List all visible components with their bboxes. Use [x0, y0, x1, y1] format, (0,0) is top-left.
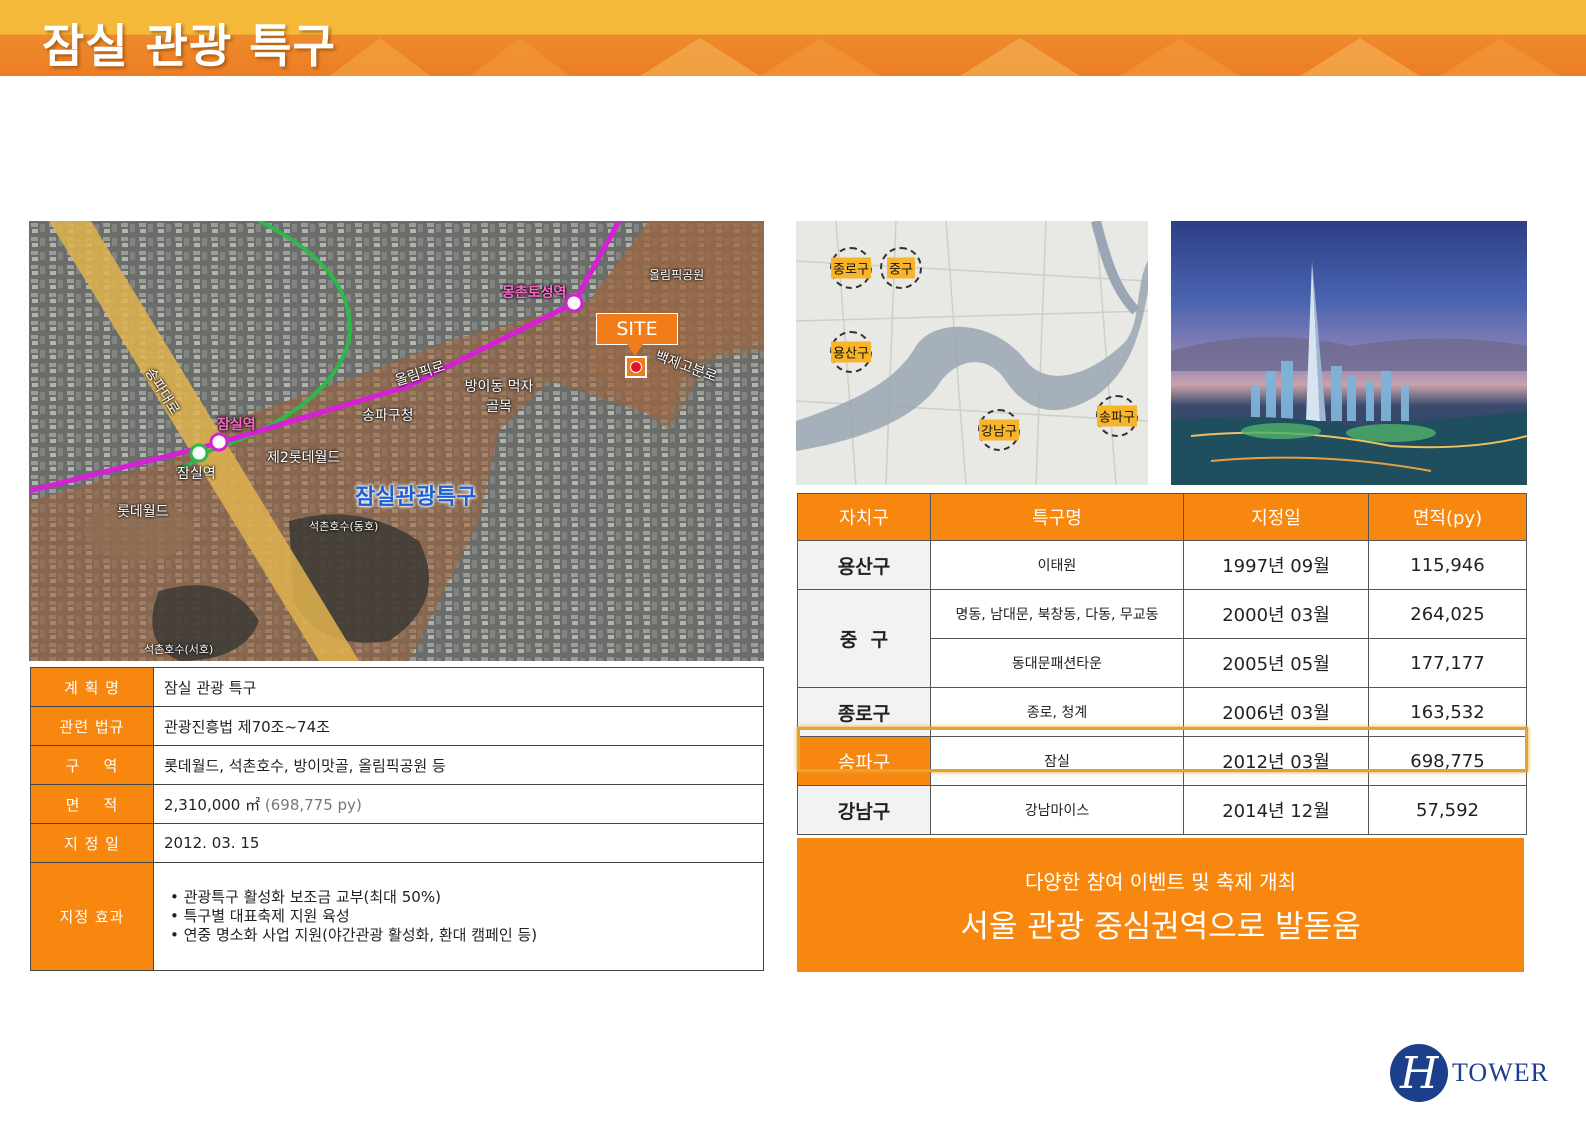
info-value: • 관광특구 활성화 보조금 교부(최대 50%) • 특구별 대표축제 지원 … — [153, 862, 764, 971]
table-row: 지정 효과 • 관광특구 활성화 보조금 교부(최대 50%) • 특구별 대표… — [30, 862, 764, 971]
list-item: • 연중 명소화 사업 지원(야간관광 활성화, 환대 캠페인 등) — [170, 926, 538, 944]
area-cell: 57,592 — [1368, 785, 1527, 835]
site-marker-icon — [625, 356, 647, 378]
table-row: 관련 법규 관광진흥법 제70조~74조 — [30, 706, 764, 746]
district-label: 용산구 — [831, 341, 871, 363]
table-row: 중 구 명동, 남대문, 북창동, 다동, 무교동 2000년 03월 264,… — [797, 589, 1527, 688]
area-cell: 177,177 — [1368, 638, 1527, 688]
place-label-lake-west: 석촌호수(서호) — [144, 643, 214, 656]
district-cell: 중 구 — [797, 589, 931, 688]
info-key: 계 획 명 — [30, 667, 154, 707]
aerial-map-graphic — [29, 221, 764, 661]
zone-name-cell: 동대문패션타운 — [930, 638, 1184, 688]
list-item: • 관광특구 활성화 보조금 교부(최대 50%) — [170, 888, 441, 906]
info-key: 면 적 — [30, 784, 154, 824]
tower-rendering-graphic — [1171, 261, 1527, 485]
column-header: 특구명 — [930, 493, 1184, 541]
info-table: 계 획 명 잠실 관광 특구 관련 법규 관광진흥법 제70조~74조 구 역 … — [30, 667, 764, 971]
info-value: 잠실 관광 특구 — [153, 667, 764, 707]
district-marker-yongsan: 용산구 — [830, 331, 872, 373]
column-header: 지정일 — [1183, 493, 1369, 541]
place-label-lake-east: 석촌호수(동호) — [309, 520, 379, 533]
banner-line-2: 서울 관광 중심권역으로 발돋움 — [960, 909, 1361, 945]
station-label-jamsil-green: 잠실역 — [177, 466, 216, 482]
header-bar: 잠실 관광 특구 — [0, 0, 1586, 76]
info-key: 지정 효과 — [30, 862, 154, 971]
district-label: 송파구 — [1097, 405, 1137, 427]
district-cell: 용산구 — [797, 540, 931, 590]
table-header-row: 자치구 특구명 지정일 면적(py) — [797, 493, 1527, 541]
district-marker-jung: 중구 — [880, 247, 922, 289]
site-badge: SITE — [596, 313, 678, 356]
info-value: 롯데월드, 석촌호수, 방이맛골, 올림픽공원 등 — [153, 745, 764, 785]
place-label-bangi: 방이동 먹자골목 — [464, 379, 534, 415]
table-row: 용산구 이태원 1997년 09월 115,946 — [797, 540, 1527, 590]
district-label: 종로구 — [831, 257, 871, 279]
zone-label: 잠실관광특구 — [355, 485, 477, 510]
banner-line-1: 다양한 참여 이벤트 및 축제 개최 — [1025, 870, 1296, 894]
table-row: 구 역 롯데월드, 석촌호수, 방이맛골, 올림픽공원 등 — [30, 745, 764, 785]
aerial-map: 몽촌토성역 잠실역 잠실역 올림픽로 방이동 먹자골목 송파구청 제2롯데월드 … — [29, 221, 764, 661]
summary-banner: 다양한 참여 이벤트 및 축제 개최 서울 관광 중심권역으로 발돋움 — [797, 838, 1524, 972]
info-key: 관련 법규 — [30, 706, 154, 746]
list-item: • 특구별 대표축제 지원 육성 — [170, 907, 350, 925]
seoul-map: 종로구 중구 용산구 강남구 송파구 — [796, 221, 1148, 485]
area-cell: 115,946 — [1368, 540, 1527, 590]
table-row: 계 획 명 잠실 관광 특구 — [30, 667, 764, 707]
district-table: 자치구 특구명 지정일 면적(py) 용산구 이태원 1997년 09월 115… — [797, 493, 1527, 835]
area-cell: 264,025 — [1368, 589, 1527, 639]
station-label-jamsil: 잠실역 — [217, 417, 256, 433]
zone-name-cell: 명동, 남대문, 북창동, 다동, 무교동 — [930, 589, 1184, 639]
district-marker-songpa: 송파구 — [1096, 395, 1138, 437]
zone-name-cell: 강남마이스 — [930, 785, 1184, 835]
place-label-lotte-2: 제2롯데월드 — [267, 450, 341, 466]
zone-name-cell: 이태원 — [930, 540, 1184, 590]
area-note: (698,775 py) — [264, 795, 362, 814]
highlight-frame — [797, 727, 1528, 772]
info-value: 관광진흥법 제70조~74조 — [153, 706, 764, 746]
date-cell: 2005년 05월 — [1183, 638, 1369, 688]
district-cell: 강남구 — [797, 785, 931, 835]
column-header: 면적(py) — [1368, 493, 1527, 541]
station-label-mongchon: 몽촌토성역 — [502, 285, 567, 301]
date-cell: 2014년 12월 — [1183, 785, 1369, 835]
table-row: 강남구 강남마이스 2014년 12월 57,592 — [797, 785, 1527, 835]
date-cell: 1997년 09월 — [1183, 540, 1369, 590]
place-label-songpa-office: 송파구청 — [362, 408, 414, 424]
place-label-lotte-world: 롯데월드 — [117, 504, 169, 520]
effect-list: • 관광특구 활성화 보조금 교부(최대 50%) • 특구별 대표축제 지원 … — [164, 888, 753, 945]
info-value: 2012. 03. 15 — [153, 823, 764, 863]
info-key: 지 정 일 — [30, 823, 154, 863]
place-label-olympic-park: 올림픽공원 — [649, 268, 705, 282]
district-label: 강남구 — [979, 419, 1019, 441]
district-marker-jongno: 종로구 — [830, 247, 872, 289]
info-key: 구 역 — [30, 745, 154, 785]
column-header: 자치구 — [797, 493, 931, 541]
logo-mark-letter: H — [1400, 1048, 1439, 1099]
info-value: 2,310,000 ㎡ (698,775 py) — [153, 784, 764, 824]
table-row: 지 정 일 2012. 03. 15 — [30, 823, 764, 863]
table-row: 면 적 2,310,000 ㎡ (698,775 py) — [30, 784, 764, 824]
page-title: 잠실 관광 특구 — [42, 19, 336, 73]
area-value: 2,310,000 ㎡ — [164, 795, 261, 814]
district-label: 중구 — [887, 257, 915, 279]
logo-text: TOWER — [1452, 1058, 1549, 1087]
lotte-tower-rendering — [1171, 221, 1527, 485]
date-cell: 2000년 03월 — [1183, 589, 1369, 639]
company-logo: H TOWER — [1390, 1044, 1550, 1104]
district-marker-gangnam: 강남구 — [978, 409, 1020, 451]
